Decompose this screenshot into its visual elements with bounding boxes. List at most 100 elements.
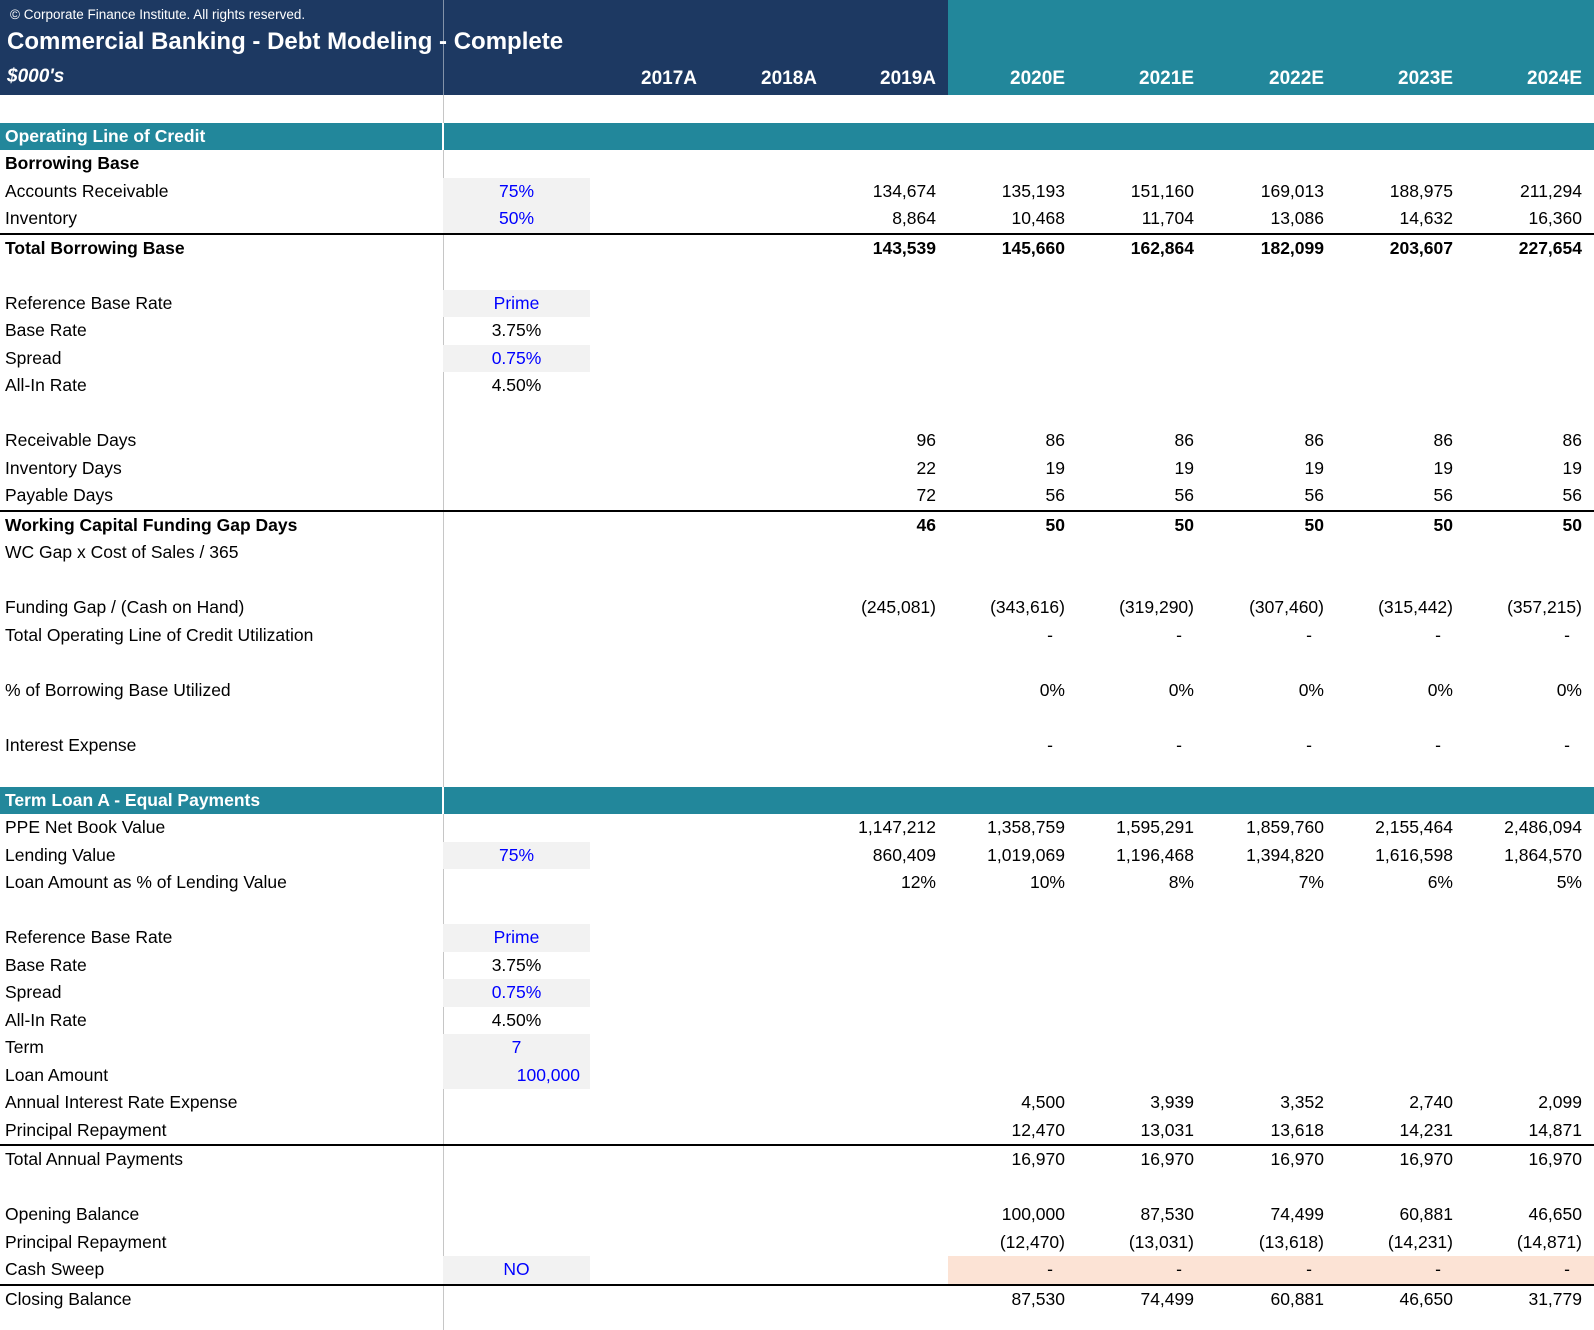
cell-2022E <box>1206 345 1336 373</box>
cell-2021E <box>1077 262 1206 290</box>
assumption-input-cell[interactable]: 75% <box>443 178 590 206</box>
cell-2021E: 3,939 <box>1077 1089 1206 1117</box>
row-label <box>0 649 443 677</box>
cell-2020E: 135,193 <box>948 178 1077 206</box>
assumption-input-cell[interactable]: Prime <box>443 290 590 318</box>
cell-2021E <box>1077 539 1206 567</box>
cell-2024E: 50 <box>1465 511 1594 540</box>
cell-2018A <box>709 1117 829 1146</box>
cell-2020E <box>948 1174 1077 1202</box>
assumption-input-cell[interactable]: 0.75% <box>443 345 590 373</box>
cell-2018A <box>709 1145 829 1174</box>
cell-2018A <box>709 677 829 705</box>
cell-2023E: 14,632 <box>1336 205 1465 234</box>
table-row: Reference Base RatePrime <box>0 924 1594 952</box>
assumption-input-cell[interactable]: NO <box>443 1256 590 1285</box>
cell-2020E: 1,019,069 <box>948 842 1077 870</box>
cell-2017A <box>590 704 709 732</box>
cell-2018A <box>709 427 829 455</box>
spacer-row <box>0 897 1594 925</box>
cell-2019A <box>829 1285 948 1314</box>
cell-2024E <box>1465 317 1594 345</box>
empty-cell <box>443 150 590 178</box>
cell-2018A <box>709 732 829 760</box>
row-label: Closing Balance <box>0 1285 443 1314</box>
row-label: WC Gap x Cost of Sales / 365 <box>0 539 443 567</box>
cell-2024E: 46,650 <box>1465 1201 1594 1229</box>
empty-cell <box>443 869 590 897</box>
cell-2021E <box>1077 290 1206 318</box>
cell-2020E <box>948 95 1077 123</box>
cell-2017A <box>590 290 709 318</box>
table-row: Funding Gap / (Cash on Hand)(245,081)(34… <box>0 594 1594 622</box>
cell-2018A <box>709 539 829 567</box>
assumption-input-cell[interactable]: 7 <box>443 1034 590 1062</box>
cell-2022E <box>1206 290 1336 318</box>
cell-2019A <box>829 567 948 595</box>
computed-rate-cell: 4.50% <box>443 1007 590 1035</box>
spacer-row <box>0 95 1594 123</box>
table-row: Loan Amount100,000 <box>0 1062 1594 1090</box>
cell-2020E: 100,000 <box>948 1201 1077 1229</box>
cell-2017A <box>590 1089 709 1117</box>
cell-2020E <box>948 704 1077 732</box>
cell-2024E <box>1465 704 1594 732</box>
assumption-input-cell[interactable]: 100,000 <box>443 1062 590 1090</box>
table-row: Spread0.75% <box>0 345 1594 373</box>
empty-cell <box>443 234 590 263</box>
model-table: Operating Line of CreditBorrowing BaseAc… <box>0 95 1594 1313</box>
cell-2023E: - <box>1336 622 1465 650</box>
row-label: Lending Value <box>0 842 443 870</box>
cell-2017A <box>590 979 709 1007</box>
cell-2022E <box>1206 567 1336 595</box>
cell-2019A <box>829 1089 948 1117</box>
cell-2020E: 87,530 <box>948 1285 1077 1314</box>
section-title: Operating Line of Credit <box>0 123 443 151</box>
cell-2022E <box>1206 1174 1336 1202</box>
cell-2021E: 1,595,291 <box>1077 814 1206 842</box>
empty-cell <box>443 1285 590 1314</box>
spreadsheet: © Corporate Finance Institute. All right… <box>0 0 1594 1330</box>
assumption-input-cell[interactable]: 50% <box>443 205 590 234</box>
cell-2017A <box>590 427 709 455</box>
assumption-input-cell[interactable]: Prime <box>443 924 590 952</box>
cell-2020E: 10% <box>948 869 1077 897</box>
cell-2022E: (13,618) <box>1206 1229 1336 1257</box>
cell-2019A <box>829 1174 948 1202</box>
cell-2018A <box>709 594 829 622</box>
cell-2023E <box>1336 539 1465 567</box>
cell-2020E <box>948 952 1077 980</box>
cell-2023E: 188,975 <box>1336 178 1465 206</box>
table-row: Reference Base RatePrime <box>0 290 1594 318</box>
cell-2022E <box>1206 952 1336 980</box>
cell-2018A <box>709 290 829 318</box>
cell-2020E: (343,616) <box>948 594 1077 622</box>
spacer-row <box>0 400 1594 428</box>
cell-2017A <box>590 1256 709 1285</box>
cell-2019A <box>829 979 948 1007</box>
cell-2021E <box>1077 979 1206 1007</box>
cell-2024E <box>1465 1174 1594 1202</box>
cell-2022E: 1,394,820 <box>1206 842 1336 870</box>
cell-2020E <box>948 1007 1077 1035</box>
cell-2019A: 1,147,212 <box>829 814 948 842</box>
assumption-input-cell[interactable]: 0.75% <box>443 979 590 1007</box>
cell-2017A <box>590 372 709 400</box>
cell-2017A <box>590 732 709 760</box>
cell-2021E: (13,031) <box>1077 1229 1206 1257</box>
empty-cell <box>443 814 590 842</box>
empty-cell <box>443 262 590 290</box>
row-label: Base Rate <box>0 317 443 345</box>
row-label: Base Rate <box>0 952 443 980</box>
cell-2018A <box>709 869 829 897</box>
cell-2022E <box>1206 317 1336 345</box>
cell-2017A <box>590 345 709 373</box>
cell-2024E <box>1465 372 1594 400</box>
cell-2018A <box>709 1174 829 1202</box>
cell-2018A <box>709 759 829 787</box>
cell-2024E <box>1465 1034 1594 1062</box>
year-header-2021E: 2021E <box>1077 68 1206 90</box>
assumption-input-cell[interactable]: 75% <box>443 842 590 870</box>
cell-2024E <box>1465 759 1594 787</box>
cell-2017A <box>590 649 709 677</box>
